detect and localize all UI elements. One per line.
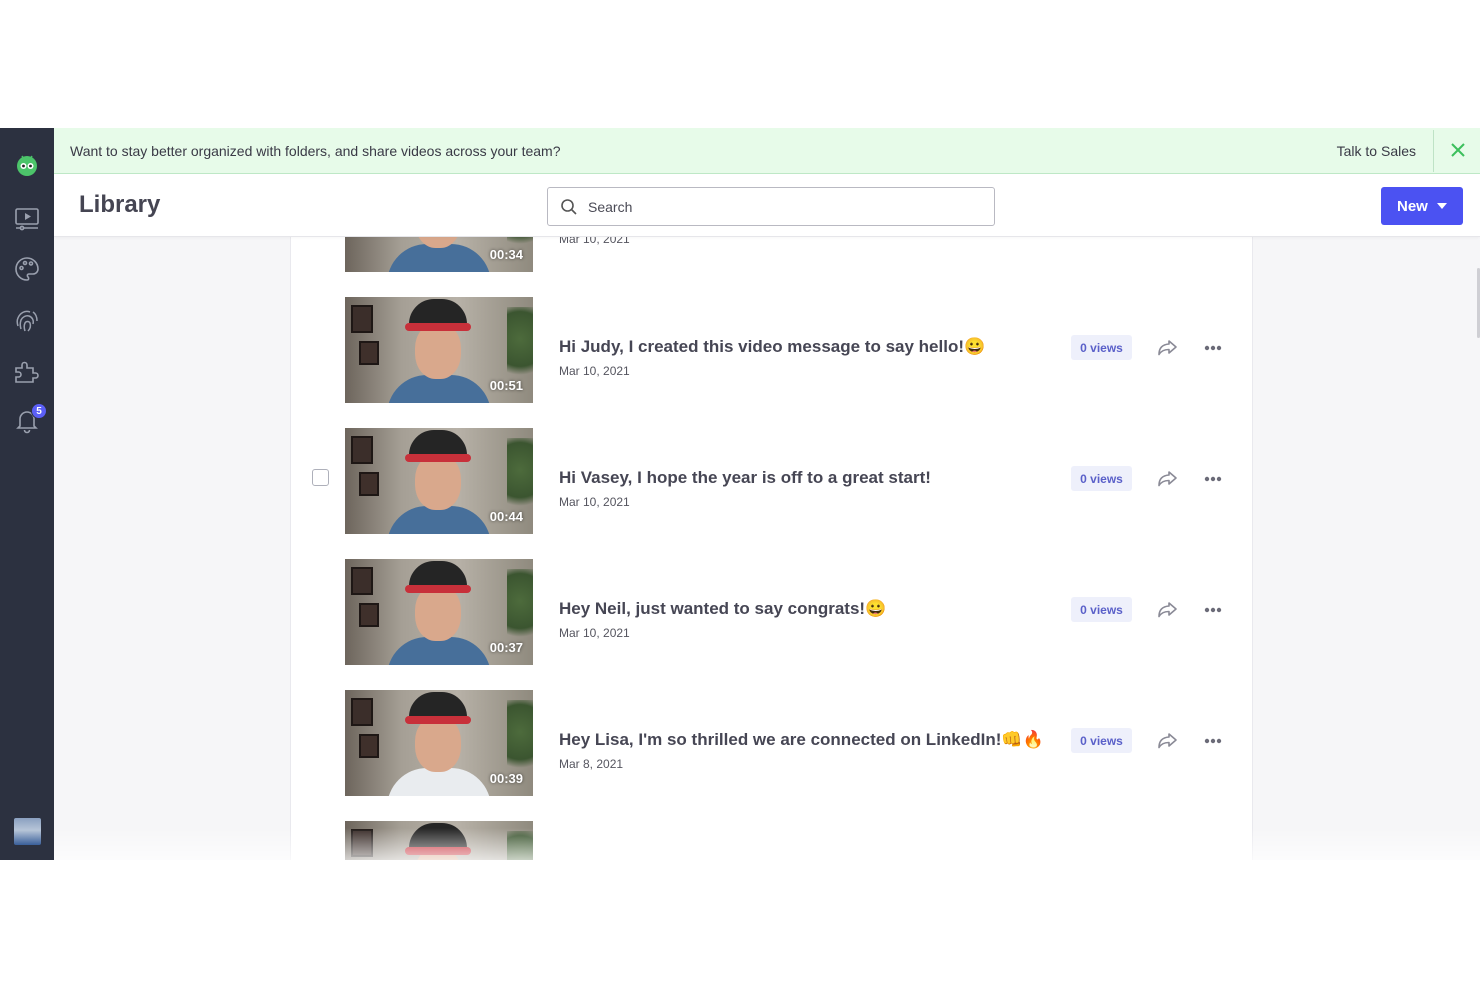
video-thumbnail[interactable] [345, 821, 533, 860]
search-box[interactable] [547, 187, 995, 226]
search-icon [561, 199, 577, 215]
page-title: Library [79, 191, 161, 218]
page-header: Library New [54, 174, 1480, 237]
cap-brim [405, 847, 471, 855]
chevron-down-icon [1437, 203, 1447, 209]
avatar[interactable] [14, 818, 41, 845]
talk-to-sales-link[interactable]: Talk to Sales [1337, 143, 1416, 159]
views-badge[interactable]: 0 views [1071, 597, 1132, 622]
banner-message: Want to stay better organized with folde… [70, 142, 561, 159]
video-row[interactable]: 00:34 Mar 10, 2021 [291, 237, 1252, 285]
views-badge[interactable]: 0 views [1071, 466, 1132, 491]
video-row[interactable]: 00:37 Hey Neil, just wanted to say congr… [291, 547, 1252, 678]
new-button-label: New [1397, 198, 1428, 215]
more-options-icon[interactable] [1202, 336, 1224, 360]
more-options-icon[interactable] [1202, 598, 1224, 622]
palette-icon[interactable] [13, 255, 41, 283]
video-list: 00:34 Mar 10, 2021 00:51 Hi Judy, I crea… [290, 237, 1253, 860]
app-window: 5 Want to stay better organized with fol… [0, 128, 1480, 860]
video-duration: 00:37 [489, 640, 523, 655]
search-input[interactable] [588, 188, 983, 225]
share-icon[interactable] [1155, 729, 1179, 753]
plant [507, 438, 533, 518]
person-face [415, 454, 461, 510]
video-date: Mar 10, 2021 [559, 495, 630, 509]
wall-frame [359, 734, 379, 758]
share-icon[interactable] [1155, 467, 1179, 491]
video-thumbnail[interactable]: 00:37 [345, 559, 533, 665]
share-icon[interactable] [1155, 598, 1179, 622]
wall-frame [351, 567, 373, 595]
integrations-icon[interactable] [13, 357, 41, 385]
cap-brim [405, 716, 471, 724]
video-row[interactable]: 00:51 Hi Judy, I created this video mess… [291, 285, 1252, 416]
plant [507, 569, 533, 649]
more-options-icon[interactable] [1202, 729, 1224, 753]
video-duration: 00:51 [489, 378, 523, 393]
plant [507, 700, 533, 780]
video-title[interactable]: Hi Judy, I created this video message to… [559, 337, 985, 357]
close-icon[interactable] [1448, 140, 1468, 160]
cap-brim [405, 454, 471, 462]
videos-icon[interactable] [13, 204, 41, 232]
banner-divider [1433, 130, 1434, 172]
views-badge[interactable]: 0 views [1071, 728, 1132, 753]
video-title[interactable]: Hey Lisa, I'm so thrilled we are connect… [559, 730, 1044, 750]
video-duration: 00:39 [489, 771, 523, 786]
notification-count-badge: 5 [31, 403, 47, 419]
video-thumbnail[interactable]: 00:39 [345, 690, 533, 796]
video-date: Mar 8, 2021 [559, 757, 624, 771]
wall-frame [359, 472, 379, 496]
views-badge[interactable]: 0 views [1071, 335, 1132, 360]
wall-frame [359, 603, 379, 627]
wall-frame [351, 698, 373, 726]
wall-frame [359, 341, 379, 365]
video-thumbnail[interactable]: 00:34 [345, 237, 533, 272]
video-duration: 00:44 [489, 509, 523, 524]
person-face [415, 716, 461, 772]
cap-brim [405, 323, 471, 331]
video-date: Mar 10, 2021 [559, 626, 630, 640]
video-date: Mar 10, 2021 [559, 364, 630, 378]
wall-frame [351, 829, 373, 857]
video-thumbnail[interactable]: 00:51 [345, 297, 533, 403]
fingerprint-icon[interactable] [13, 306, 41, 334]
video-row[interactable]: 00:39 Hey Lisa, I'm so thrilled we are c… [291, 678, 1252, 809]
plant [507, 307, 533, 387]
plant [507, 831, 533, 860]
wall-frame [351, 305, 373, 333]
notifications-icon[interactable]: 5 [13, 403, 47, 435]
person-face [415, 323, 461, 379]
logo-icon[interactable] [13, 150, 41, 178]
video-title[interactable]: Hey Neil, just wanted to say congrats!😀 [559, 599, 886, 619]
video-thumbnail[interactable]: 00:44 [345, 428, 533, 534]
video-duration: 00:34 [489, 247, 523, 262]
sidebar: 5 [0, 128, 54, 860]
video-row[interactable] [291, 809, 1252, 860]
video-title[interactable]: Hi Vasey, I hope the year is off to a gr… [559, 468, 931, 488]
wall-frame [351, 436, 373, 464]
row-checkbox[interactable] [312, 469, 329, 486]
more-options-icon[interactable] [1202, 467, 1224, 491]
new-button[interactable]: New [1381, 187, 1463, 225]
person-face [415, 585, 461, 641]
share-icon[interactable] [1155, 336, 1179, 360]
video-date: Mar 10, 2021 [559, 237, 630, 246]
cap-brim [405, 585, 471, 593]
video-row[interactable]: 00:44 Hi Vasey, I hope the year is off t… [291, 416, 1252, 547]
upgrade-banner: Want to stay better organized with folde… [54, 128, 1480, 174]
